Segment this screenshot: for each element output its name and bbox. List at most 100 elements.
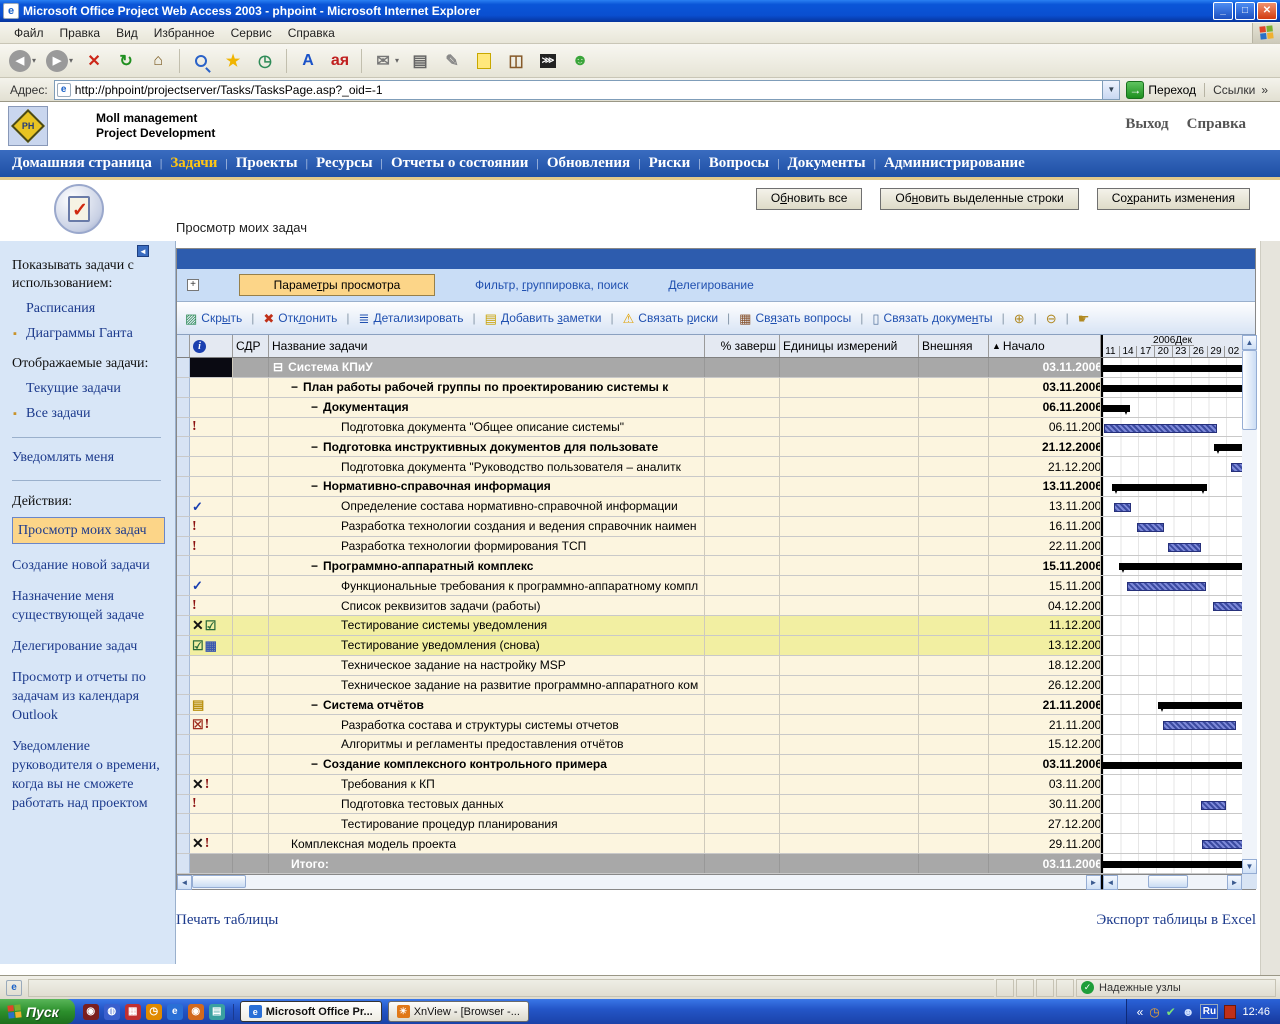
external-cell[interactable]	[919, 596, 989, 615]
external-cell[interactable]	[919, 457, 989, 476]
external-cell[interactable]	[919, 854, 989, 873]
pct-complete-cell[interactable]	[705, 556, 780, 575]
pct-complete-cell[interactable]	[705, 358, 780, 377]
start-button[interactable]: Пуск	[0, 999, 75, 1024]
units-cell[interactable]	[780, 695, 919, 714]
row-selector[interactable]	[177, 695, 190, 714]
language-indicator[interactable]: Ru	[1200, 1004, 1218, 1019]
row-selector[interactable]	[177, 814, 190, 833]
external-cell[interactable]	[919, 695, 989, 714]
task-name-cell[interactable]: Разработка технологии формирования ТСП	[269, 537, 705, 556]
tab-view-options[interactable]: Параметры просмотра	[239, 274, 435, 296]
zoom-out-button[interactable]: ⊖	[1046, 312, 1057, 325]
start-date-cell[interactable]: 15.11.2006	[989, 576, 1101, 595]
messenger-button[interactable]: ☻	[566, 48, 594, 74]
table-row[interactable]: −Создание комплексного контрольного прим…	[177, 755, 1242, 775]
header-start[interactable]: ▲Начало	[989, 335, 1101, 357]
units-cell[interactable]	[780, 418, 919, 437]
table-row[interactable]: ⊟Система КПиУ03.11.2006	[177, 358, 1242, 378]
task-name-cell[interactable]: −План работы рабочей группы по проектиро…	[269, 378, 705, 397]
sidebar-view-2[interactable]: Диаграммы Ганта	[26, 325, 165, 343]
table-row[interactable]: Техническое задание на настройку MSP 18.1…	[177, 656, 1242, 676]
start-date-cell[interactable]: 04.12.2006	[989, 596, 1101, 615]
add-notes-button[interactable]: ▤Добавить заметки	[485, 311, 602, 325]
external-cell[interactable]	[919, 398, 989, 417]
row-selector[interactable]	[177, 854, 190, 873]
tab-filter-group-search[interactable]: Фильтр, группировка, поиск	[475, 278, 628, 292]
tab-delegation[interactable]: Делегирование	[668, 278, 753, 292]
external-cell[interactable]	[919, 437, 989, 456]
link-issues-button[interactable]: ▦Связать вопросы	[739, 311, 851, 325]
task-name-cell[interactable]: −Система отчётов	[269, 695, 705, 714]
research-button[interactable]: ◫	[502, 48, 530, 74]
header-external[interactable]: Внешняя	[919, 335, 989, 357]
home-button[interactable]: ⌂	[144, 48, 172, 74]
task-name-cell[interactable]: −Создание комплексного контрольного прим…	[269, 755, 705, 774]
expander-icon[interactable]: +	[187, 279, 199, 291]
header-task-name[interactable]: Название задачи	[269, 335, 705, 357]
start-date-cell[interactable]: 06.11.2006	[989, 418, 1101, 437]
table-row[interactable]: −Подготовка инструктивных документов для…	[177, 437, 1242, 457]
external-cell[interactable]	[919, 814, 989, 833]
pct-complete-cell[interactable]	[705, 576, 780, 595]
pct-complete-cell[interactable]	[705, 636, 780, 655]
external-cell[interactable]	[919, 616, 989, 635]
task-name-cell[interactable]: Техническое задание на настройку MSP	[269, 656, 705, 675]
units-cell[interactable]	[780, 457, 919, 476]
row-selector[interactable]	[177, 378, 190, 397]
task-name-cell[interactable]: −Нормативно-справочная информация	[269, 477, 705, 496]
task-name-cell[interactable]: Функциональные требования к программно-а…	[269, 576, 705, 595]
table-row[interactable]: Итого:03.11.2006	[177, 854, 1242, 874]
units-cell[interactable]	[780, 576, 919, 595]
table-row[interactable]: Алгоритмы и регламенты предоставления от…	[177, 735, 1242, 755]
table-row[interactable]: ☑▦Тестирование уведомления (снова)13.12.…	[177, 636, 1242, 656]
header-units[interactable]: Единицы измерений	[780, 335, 919, 357]
start-date-cell[interactable]: 03.11.2006	[989, 854, 1101, 873]
units-cell[interactable]	[780, 616, 919, 635]
external-cell[interactable]	[919, 715, 989, 734]
start-date-cell[interactable]: 18.12.2006	[989, 656, 1101, 675]
update-all-button[interactable]: Обновить все	[756, 188, 863, 210]
sidebar-action-3[interactable]: Делегирование задач	[12, 637, 165, 656]
start-date-cell[interactable]: 15.11.2006	[989, 556, 1101, 575]
scroll-left-icon[interactable]: ◄	[177, 875, 192, 890]
link-risks-button[interactable]: ⚠Связать риски	[623, 311, 718, 325]
pct-complete-cell[interactable]	[705, 834, 780, 853]
menu-Избранное[interactable]: Избранное	[146, 24, 223, 42]
forward-button[interactable]: ▶▾	[43, 48, 76, 74]
external-cell[interactable]	[919, 517, 989, 536]
row-selector[interactable]	[177, 616, 190, 635]
units-cell[interactable]	[780, 854, 919, 873]
units-cell[interactable]	[780, 814, 919, 833]
external-cell[interactable]	[919, 378, 989, 397]
pct-complete-cell[interactable]	[705, 596, 780, 615]
pct-complete-cell[interactable]	[705, 854, 780, 873]
gantt-scroll-right-icon[interactable]: ►	[1227, 875, 1242, 890]
table-row[interactable]: Тестирование процедур планирования27.12.…	[177, 814, 1242, 834]
units-cell[interactable]	[780, 656, 919, 675]
close-button[interactable]: ✕	[1257, 2, 1277, 20]
row-selector[interactable]	[177, 636, 190, 655]
table-row[interactable]: −Программно-аппаратный комплекс15.11.200…	[177, 556, 1242, 576]
task-name-cell[interactable]: Требования к КП	[269, 775, 705, 794]
sidebar-item-notify-me[interactable]: Уведомлять меня	[12, 450, 165, 466]
task-name-cell[interactable]: Разработка технологии создания и ведения…	[269, 517, 705, 536]
menu-Сервис[interactable]: Сервис	[223, 24, 280, 42]
table-row[interactable]: ✕☑Тестирование системы уведомления11.12.…	[177, 616, 1242, 636]
table-row[interactable]: ☒!Разработка состава и структуры системы…	[177, 715, 1242, 735]
address-dropdown-button[interactable]: ▼	[1102, 81, 1119, 99]
external-cell[interactable]	[919, 735, 989, 754]
table-row[interactable]: −Нормативно-справочная информация13.11.2…	[177, 477, 1242, 497]
external-cell[interactable]	[919, 636, 989, 655]
task-name-cell[interactable]: Комплексная модель проекта	[269, 834, 705, 853]
task-name-cell[interactable]: Алгоритмы и регламенты предоставления от…	[269, 735, 705, 754]
row-selector[interactable]	[177, 775, 190, 794]
start-date-cell[interactable]: 03.11.2006	[989, 358, 1101, 377]
row-selector[interactable]	[177, 834, 190, 853]
pct-complete-cell[interactable]	[705, 795, 780, 814]
link-documents-button[interactable]: ▯Связать документы	[872, 311, 992, 325]
table-row[interactable]: −План работы рабочей группы по проектиро…	[177, 378, 1242, 398]
table-row[interactable]: !Список реквизитов задачи (работы)04.12.…	[177, 596, 1242, 616]
units-cell[interactable]	[780, 834, 919, 853]
help-link[interactable]: Справка	[1187, 116, 1246, 133]
